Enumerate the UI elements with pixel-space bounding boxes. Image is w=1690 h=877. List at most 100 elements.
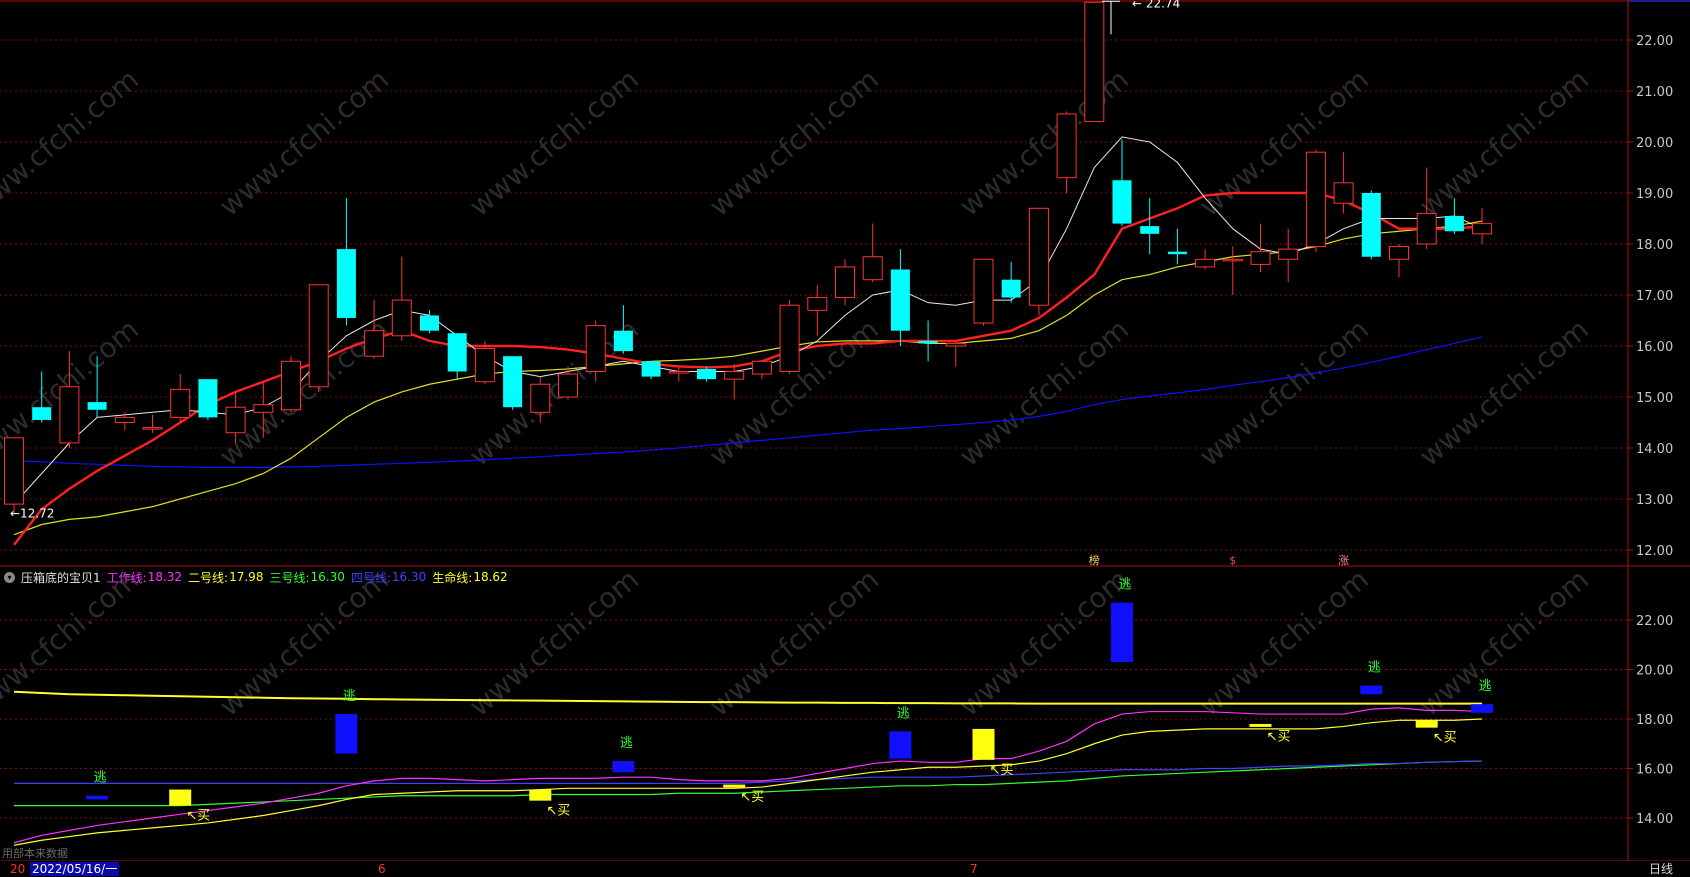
- y-tick-label: 16.00: [1636, 763, 1673, 778]
- legend-line2-value: 17.98: [229, 570, 264, 584]
- candle-body-up: [862, 256, 883, 281]
- candle-body-up: [779, 304, 800, 373]
- y-tick-label: 13.00: [1636, 493, 1673, 508]
- y-tick-label: 15.00: [1636, 391, 1673, 406]
- legend-line3-value: 16.30: [310, 570, 345, 584]
- legend-line4-value: 16.30: [391, 570, 427, 584]
- candle-body-up: [1278, 248, 1299, 260]
- candle-body-up: [751, 360, 772, 375]
- candle-body-up: [225, 406, 246, 434]
- y-tick-label: 18.00: [1636, 238, 1673, 253]
- candle-body-up: [1028, 207, 1049, 306]
- y-tick-label: 20.00: [1636, 664, 1673, 679]
- candle-body-up: [59, 386, 80, 444]
- escape-bar: [335, 714, 358, 754]
- period-selector[interactable]: 日线: [1632, 862, 1690, 877]
- candle-body-up: [1416, 212, 1437, 245]
- y-tick-label: 16.00: [1636, 340, 1673, 355]
- candle-body-down: [447, 333, 467, 372]
- escape-label: 逃: [1368, 661, 1381, 676]
- candle-body-up: [585, 325, 606, 373]
- month-mark-6: 6: [378, 862, 386, 876]
- buy-bar: [529, 789, 552, 801]
- candle-body-up: [4, 437, 24, 505]
- candle-body-down: [890, 269, 910, 331]
- candle-body-up: [1389, 246, 1409, 260]
- legend-line2-label: 二号线:: [188, 570, 229, 585]
- candle-body-up: [391, 299, 412, 337]
- candle-body-down: [87, 402, 107, 410]
- candle-body-down: [641, 361, 661, 377]
- ghost-data-text: 用部本来数据: [2, 847, 68, 860]
- legend-line4-label: 四号线:: [350, 570, 391, 585]
- candle-body-up: [945, 342, 966, 347]
- candle-body-up: [835, 266, 855, 299]
- high-price-label: ← 22.74: [1132, 0, 1180, 10]
- legend-line3-label: 三号线:: [269, 570, 310, 585]
- candle-body-down: [336, 249, 356, 318]
- escape-bar: [1111, 602, 1133, 663]
- candle-body-down: [697, 368, 716, 380]
- escape-bar: [612, 761, 635, 773]
- escape-label: 逃: [343, 689, 356, 704]
- candle-body-up: [1472, 223, 1493, 235]
- candle-body-up: [170, 388, 191, 418]
- y-tick-label: 18.00: [1636, 713, 1673, 728]
- y-tick-label: 21.00: [1636, 85, 1673, 100]
- candle-body-down: [1444, 215, 1464, 232]
- event-mark: 涨: [1338, 554, 1349, 567]
- year-mark: 20: [10, 862, 26, 876]
- buy-bar: [1415, 720, 1438, 728]
- candle-body-up: [364, 330, 385, 357]
- legend-work-value: 18.32: [147, 570, 183, 584]
- escape-label: 逃: [897, 706, 910, 721]
- legend-life-value: 18.62: [473, 570, 508, 584]
- candle-body-up: [114, 416, 135, 423]
- candle-body-up: [973, 258, 994, 324]
- month-mark-7: 7: [970, 862, 978, 876]
- escape-label: 逃: [94, 771, 107, 786]
- collapse-icon[interactable]: ▾: [4, 571, 15, 583]
- candle-body-up: [558, 373, 578, 398]
- event-mark: $: [1229, 554, 1236, 567]
- candle-body-up: [1195, 258, 1216, 268]
- legend-work-label: 工作线:: [106, 570, 147, 585]
- buy-label: ↖买: [1267, 729, 1291, 744]
- y-tick-label: 14.00: [1636, 812, 1673, 827]
- candle-body-up: [1250, 251, 1271, 265]
- candle-body-up: [1056, 113, 1077, 179]
- cursor-date-box: 2022/05/16/一: [30, 862, 120, 876]
- candle-body-up: [308, 284, 329, 388]
- candle-body-down: [198, 379, 218, 418]
- buy-label: ↖买: [546, 804, 570, 819]
- escape-bar: [1360, 685, 1383, 695]
- escape-label: 逃: [1479, 679, 1492, 694]
- candle-body-up: [142, 427, 163, 430]
- candle-body-up: [668, 371, 689, 374]
- escape-bar: [1471, 704, 1494, 713]
- y-tick-label: 22.00: [1636, 614, 1673, 629]
- low-price-label: ←12.72: [10, 506, 54, 520]
- event-mark: 榜: [1089, 553, 1100, 567]
- kline-chart[interactable]: 12.00 13.00 14.00 15.00 16.00 17.00 18.00 19.00…: [0, 0, 1690, 877]
- candle-body-up: [1305, 151, 1326, 248]
- candle-body-up: [1222, 258, 1243, 262]
- y-tick-label: 17.00: [1636, 289, 1673, 304]
- y-tick-label: 19.00: [1636, 187, 1673, 202]
- top-tick-box: [1629, 0, 1690, 2]
- candle-body-up: [724, 371, 745, 380]
- candle-body-up: [253, 404, 274, 413]
- time-axis-bar: [0, 861, 1690, 877]
- escape-label: 逃: [1118, 578, 1131, 593]
- buy-label: ↖买: [186, 809, 210, 824]
- candle-body-down: [1112, 180, 1132, 224]
- candle-body-down: [1140, 226, 1160, 234]
- candle-body-down: [420, 315, 439, 331]
- y-tick-label: 22.00: [1636, 34, 1673, 49]
- candle-body-up: [807, 297, 828, 311]
- buy-bar: [169, 789, 192, 806]
- candle-body-up: [530, 383, 551, 413]
- buy-bar: [1249, 723, 1272, 727]
- candle-body-up: [281, 360, 301, 411]
- buy-label: ↖买: [740, 790, 764, 805]
